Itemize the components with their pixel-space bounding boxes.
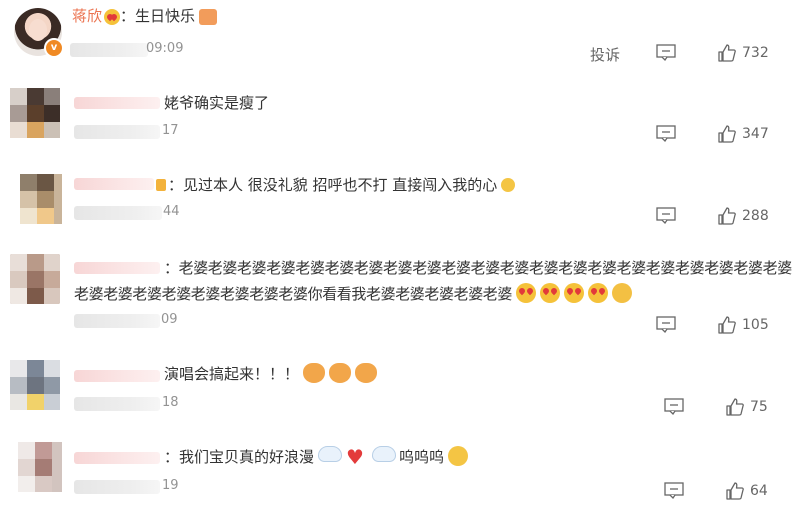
comment-text: ：生日快乐 (120, 7, 196, 25)
reply-item: ：老婆老婆老婆老婆老婆老婆老婆老婆老婆老婆老婆老婆老婆老婆老婆老婆老婆老婆老婆老… (0, 244, 800, 344)
heart-eyes-icon (564, 283, 585, 303)
avatar[interactable] (10, 88, 60, 138)
username-blur[interactable] (74, 262, 160, 274)
timestamp: 17 (162, 123, 179, 138)
like-button[interactable]: 288 (718, 207, 769, 225)
timestamp: 09:09 (146, 41, 184, 56)
thumbs-up-icon (718, 44, 736, 62)
reply-item: ：我们宝贝真的好浪漫 ♥ 呜呜呜 19 64 (0, 432, 800, 507)
report-button[interactable]: 投诉 (590, 44, 620, 65)
timestamp: 09 (161, 312, 178, 327)
like-button[interactable]: 732 (718, 44, 769, 62)
reply-button[interactable] (656, 207, 676, 224)
reply-text: ：我们宝贝真的好浪漫 (164, 448, 315, 466)
timestamp: 44 (163, 204, 180, 219)
like-count: 347 (742, 126, 769, 142)
reply-text-continued: 老婆老婆老婆老婆老婆老婆老婆老婆你看看我老婆老婆老婆老婆老婆 (74, 281, 633, 307)
like-count: 105 (742, 317, 769, 333)
thumbs-up-icon (718, 316, 736, 334)
username-blur[interactable] (74, 452, 160, 464)
fan-badge-icon (156, 179, 166, 191)
reply-text: ：老婆老婆老婆老婆老婆老婆老婆老婆老婆老婆老婆老婆老婆老婆老婆老婆老婆老婆老婆老… (164, 259, 792, 277)
red-heart-icon: ♥ (346, 445, 364, 469)
reply-item: ：见过本人 很没礼貌 招呼也不打 直接闯入我的心 44 288 (0, 160, 800, 240)
timestamp-blur (74, 397, 160, 411)
cloud-icon (371, 446, 396, 462)
top-comment: v 蒋欣 ：生日快乐 09:09 投诉 732 (0, 0, 800, 70)
comment-icon (656, 44, 676, 61)
like-button[interactable]: 64 (726, 482, 768, 500)
username-blur[interactable] (74, 97, 160, 109)
reply-text-line: 演唱会搞起来！！！ (164, 361, 378, 387)
reply-button[interactable] (664, 482, 684, 499)
heart-eyes-icon (588, 283, 609, 303)
username-blur[interactable] (74, 178, 154, 190)
timestamp: 19 (162, 478, 179, 493)
like-button[interactable]: 105 (718, 316, 769, 334)
verified-badge-icon: v (44, 38, 64, 58)
reply-text-line: ：见过本人 很没礼貌 招呼也不打 直接闯入我的心 (168, 172, 516, 198)
author-name[interactable]: 蒋欣 (72, 7, 102, 25)
timestamp-blur (74, 125, 160, 139)
reply-item: 演唱会搞起来！！！ 18 75 (0, 350, 800, 430)
reply-text: 演唱会搞起来！！！ (164, 365, 300, 383)
comment-icon (664, 398, 684, 415)
reply-text: 姥爷确实是瘦了 (164, 94, 270, 112)
reply-button[interactable] (664, 398, 684, 415)
comment-icon (664, 482, 684, 499)
reply-text-line: ：我们宝贝真的好浪漫 ♥ 呜呜呜 (164, 444, 468, 470)
like-count: 64 (750, 483, 768, 499)
timestamp-blur (74, 480, 160, 494)
reply-text-line2: 老婆老婆老婆老婆老婆老婆老婆老婆你看看我老婆老婆老婆老婆老婆 (74, 285, 513, 303)
timestamp: 18 (162, 395, 179, 410)
reply-text-tail: 呜呜呜 (398, 448, 444, 466)
timestamp-blur (74, 314, 160, 328)
like-count: 288 (742, 208, 769, 224)
timestamp-blur (70, 43, 148, 57)
like-button[interactable]: 75 (726, 398, 768, 416)
heart-eyes-icon (540, 283, 561, 303)
reply-button[interactable] (656, 316, 676, 333)
thumbs-up-icon (726, 398, 744, 416)
heart-eyes-icon (516, 283, 537, 303)
reply-item: 姥爷确实是瘦了 17 347 (0, 78, 800, 158)
cat-face-icon (303, 363, 326, 383)
thumbs-up-icon (718, 125, 736, 143)
avatar[interactable] (10, 360, 60, 410)
pleading-face-icon (447, 446, 468, 466)
cat-face-icon (329, 363, 352, 383)
thumbs-up-icon (718, 207, 736, 225)
like-count: 75 (750, 399, 768, 415)
username-blur[interactable] (74, 370, 160, 382)
reply-button[interactable] (656, 125, 676, 142)
comment-icon (656, 207, 676, 224)
reply-button[interactable] (656, 44, 676, 61)
report-label: 投诉 (590, 46, 621, 64)
thumbs-up-icon (726, 482, 744, 500)
like-count: 732 (742, 45, 769, 61)
cloud-icon (318, 446, 343, 462)
reply-text: ：见过本人 很没礼貌 招呼也不打 直接闯入我的心 (168, 176, 498, 194)
avatar[interactable] (10, 254, 60, 304)
avatar-face (29, 19, 47, 41)
avatar[interactable] (18, 442, 62, 492)
comment-icon (656, 125, 676, 142)
top-comment-line: 蒋欣 ：生日快乐 (72, 3, 218, 29)
timestamp-blur (74, 206, 162, 220)
like-button[interactable]: 347 (718, 125, 769, 143)
kissing-face-icon (612, 283, 633, 303)
heart-eyes-icon (104, 9, 121, 25)
cat-face-icon (355, 363, 378, 383)
grinning-face-icon (501, 178, 516, 192)
cake-icon (199, 9, 218, 25)
avatar[interactable] (20, 174, 62, 224)
comment-icon (656, 316, 676, 333)
